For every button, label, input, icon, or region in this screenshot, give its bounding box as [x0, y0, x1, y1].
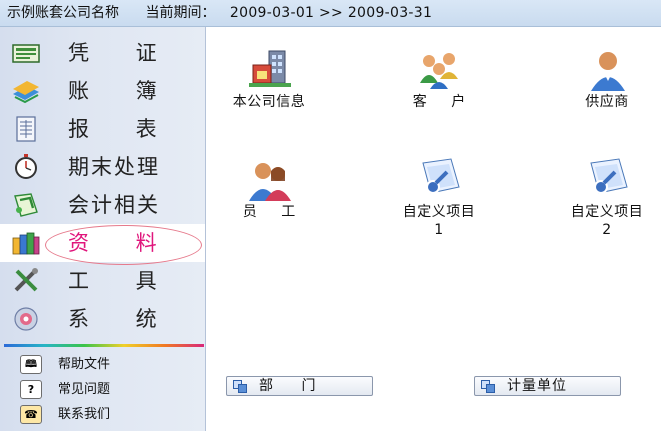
report-sheet-icon [16, 116, 36, 142]
tile-label: 本公司信息 [232, 94, 306, 110]
tile-label: 供应商 [585, 94, 629, 110]
tile-custom-item-1[interactable]: 自定义项目 1 [379, 157, 499, 247]
tile-label: 自定义项目 [570, 204, 644, 220]
company-name: 示例账套公司名称 [7, 5, 119, 21]
sidebar: 凭 证 账 簿 报 表 期末处理 会计相关 资 料 工 具 系 统 🕮 帮助文件… [0, 27, 206, 431]
sidebar-divider [4, 344, 204, 347]
system-icon [14, 307, 38, 331]
help-label: 帮助文件 [58, 357, 111, 372]
period-label: 当前期间： [145, 5, 216, 21]
help-label: 联系我们 [58, 407, 111, 422]
customers-icon [420, 53, 458, 89]
help-file-link[interactable]: 🕮 帮助文件 [14, 354, 204, 376]
title-bar: 示例账套公司名称 当前期间： 2009-03-01 >> 2009-03-31 [0, 0, 661, 27]
button-label: 计量单位 [507, 378, 567, 394]
tile-label: 客 户 [412, 94, 476, 110]
faq-link[interactable]: ? 常见问题 [14, 379, 204, 401]
tile-label: 自定义项目 [402, 204, 476, 220]
accounting-icon [14, 193, 38, 217]
tile-company-info[interactable]: 本公司信息 [209, 47, 329, 137]
stopwatch-icon [15, 154, 37, 179]
tile-custom-item-2[interactable]: 自定义项目 2 [547, 157, 661, 247]
sidebar-item-accounting[interactable]: 会计相关 [0, 186, 205, 224]
sidebar-item-label: 工 具 [68, 269, 177, 293]
voucher-icon [12, 44, 40, 63]
help-book-icon: 🕮 [20, 355, 42, 374]
sidebar-item-label: 系 统 [68, 307, 177, 331]
help-label: 常见问题 [58, 382, 111, 397]
department-icon [233, 380, 247, 393]
tile-label: 员 工 [242, 204, 306, 220]
tile-customers[interactable]: 客 户 [379, 47, 499, 137]
sidebar-item-voucher[interactable]: 凭 证 [0, 34, 205, 72]
sidebar-item-tools[interactable]: 工 具 [0, 262, 205, 300]
sidebar-item-label: 期末处理 [68, 155, 160, 179]
main-panel: 本公司信息 客 户 供应商 员 工 自定义项目 1 自定义项目 2 部 门 计量… [207, 27, 661, 431]
contact-us-link[interactable]: ☎ 联系我们 [14, 404, 204, 426]
ledger-books-icon [13, 81, 39, 104]
tile-label-number: 1 [434, 222, 444, 238]
measurement-unit-button[interactable]: 计量单位 [474, 376, 621, 396]
tile-label-number: 2 [602, 222, 612, 238]
data-books-icon [12, 232, 40, 255]
sidebar-item-label: 会计相关 [68, 193, 160, 217]
tile-employees[interactable]: 员 工 [209, 157, 329, 247]
tile-supplier[interactable]: 供应商 [547, 47, 661, 137]
sidebar-item-system[interactable]: 系 统 [0, 300, 205, 338]
employees-icon [249, 163, 291, 201]
sidebar-item-report[interactable]: 报 表 [0, 110, 205, 148]
measurement-unit-icon [481, 380, 495, 393]
sidebar-item-ledger[interactable]: 账 簿 [0, 72, 205, 110]
sidebar-item-data[interactable]: 资 料 [0, 224, 205, 262]
period-range: 2009-03-01 >> 2009-03-31 [229, 5, 433, 21]
button-label: 部 门 [259, 378, 328, 394]
question-icon: ? [20, 380, 42, 399]
custom-item-icon [422, 158, 460, 194]
department-button[interactable]: 部 门 [226, 376, 373, 396]
telephone-icon: ☎ [20, 405, 42, 424]
supplier-icon [591, 52, 625, 91]
sidebar-item-label: 凭 证 [68, 41, 177, 65]
sidebar-item-label: 账 簿 [68, 79, 177, 103]
company-info-icon [249, 50, 291, 87]
custom-item-icon [590, 158, 628, 194]
tools-icon [14, 268, 38, 292]
sidebar-item-label: 资 料 [68, 231, 177, 255]
sidebar-item-period-end[interactable]: 期末处理 [0, 148, 205, 186]
sidebar-item-label: 报 表 [68, 117, 177, 141]
